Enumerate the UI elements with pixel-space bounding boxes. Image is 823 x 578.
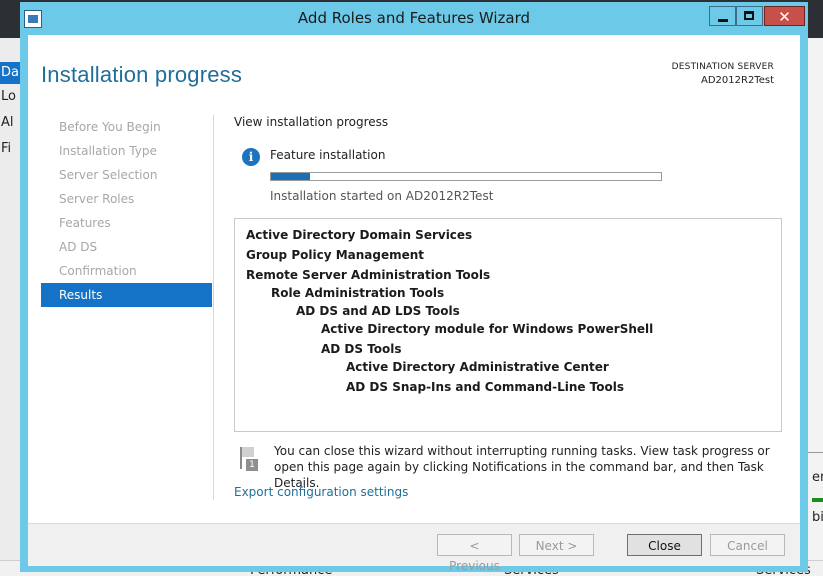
window-title: Add Roles and Features Wizard xyxy=(297,9,531,27)
title-bar[interactable]: Add Roles and Features Wizard ✕ xyxy=(20,2,808,35)
wizard-client-area: Installation progress DESTINATION SERVER… xyxy=(28,35,800,573)
list-item: Remote Server Administration Tools xyxy=(246,268,491,282)
list-item: Role Administration Tools xyxy=(271,286,445,300)
destination-server-label: DESTINATION SERVER xyxy=(671,62,774,72)
cancel-button[interactable]: Cancel xyxy=(710,534,785,556)
background-sidebar-item[interactable]: Al xyxy=(0,112,21,134)
notification-flag-icon: 1 xyxy=(236,445,260,471)
close-window-button[interactable]: ✕ xyxy=(764,6,805,26)
wizard-footer: < Previous Next > Close Cancel xyxy=(28,523,800,573)
background-sidebar-item[interactable]: Lo xyxy=(0,86,21,108)
info-icon: i xyxy=(242,148,260,166)
section-title: View installation progress xyxy=(234,115,389,129)
list-item: Active Directory Domain Services xyxy=(246,228,473,242)
maximize-icon xyxy=(744,11,754,20)
list-item: AD DS Snap-Ins and Command-Line Tools xyxy=(346,380,625,394)
nav-item-confirmation[interactable]: Confirmation xyxy=(41,259,212,283)
nav-item-features[interactable]: Features xyxy=(41,211,212,235)
nav-item-results[interactable]: Results xyxy=(41,283,212,307)
maximize-button[interactable] xyxy=(736,6,763,26)
results-list[interactable]: Active Directory Domain Services Group P… xyxy=(234,218,782,432)
nav-divider xyxy=(213,115,214,500)
background-text: ers xyxy=(812,470,823,485)
nav-item-before-you-begin[interactable]: Before You Begin xyxy=(41,115,212,139)
close-button[interactable]: Close xyxy=(627,534,702,556)
destination-server-value: AD2012R2Test xyxy=(701,75,774,86)
info-note: You can close this wizard without interr… xyxy=(274,444,770,490)
list-item: Active Directory Administrative Center xyxy=(346,360,609,374)
nav-item-ad-ds[interactable]: AD DS xyxy=(41,235,212,259)
page-title: Installation progress xyxy=(41,62,243,87)
close-icon: ✕ xyxy=(778,8,791,26)
background-sidebar-item[interactable]: Da xyxy=(0,62,21,84)
background-app-right-panel xyxy=(808,38,823,575)
list-item: AD DS Tools xyxy=(321,342,402,356)
export-configuration-link[interactable]: Export configuration settings xyxy=(234,485,408,499)
background-text: bi xyxy=(812,510,823,525)
list-item: AD DS and AD LDS Tools xyxy=(296,304,460,318)
nav-item-installation-type[interactable]: Installation Type xyxy=(41,139,212,163)
minimize-icon xyxy=(718,19,728,22)
list-item: Active Directory module for Windows Powe… xyxy=(321,322,654,336)
notification-count-badge: 1 xyxy=(246,459,258,471)
flag-cloth xyxy=(242,447,254,457)
list-item: Group Policy Management xyxy=(246,248,425,262)
next-button[interactable]: Next > xyxy=(519,534,594,556)
wizard-window: Add Roles and Features Wizard ✕ Installa… xyxy=(20,2,808,573)
background-sidebar-item[interactable]: Fi xyxy=(0,138,21,160)
feature-installation-label: Feature installation xyxy=(270,148,386,162)
background-divider xyxy=(808,452,823,453)
minimize-button[interactable] xyxy=(709,6,736,26)
background-status-bar xyxy=(812,498,823,502)
nav-item-server-selection[interactable]: Server Selection xyxy=(41,163,212,187)
installation-progress-bar xyxy=(270,172,662,181)
previous-button[interactable]: < Previous xyxy=(437,534,512,573)
nav-item-server-roles[interactable]: Server Roles xyxy=(41,187,212,211)
progress-fill xyxy=(271,173,310,180)
installation-status-text: Installation started on AD2012R2Test xyxy=(270,189,494,203)
wizard-nav: Before You Begin Installation Type Serve… xyxy=(41,115,212,307)
